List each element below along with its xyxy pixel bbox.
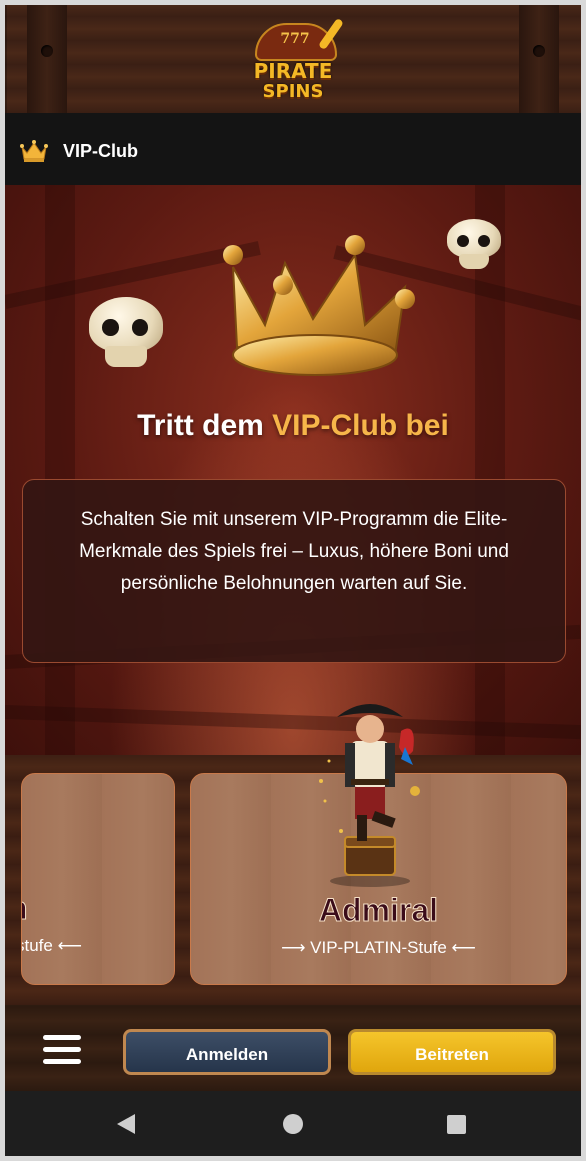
- bolt: [41, 45, 53, 57]
- vip-hero: Tritt dem VIP-Club bei Schalten Sie mit …: [5, 185, 581, 755]
- logo-text-line1: PIRATE: [253, 59, 333, 83]
- vip-level-subtitle: ⟶ VIP-PLATIN-Stufe ⟵: [281, 938, 476, 957]
- pirate-spins-logo[interactable]: 777 PIRATE SPINS: [233, 17, 353, 107]
- vip-description: Schalten Sie mit unserem VIP-Programm di…: [79, 509, 509, 594]
- bottom-action-bar: Anmelden Beitreten: [5, 1005, 581, 1091]
- crown-icon: [20, 140, 48, 162]
- logo-text-line2: SPINS: [262, 81, 324, 102]
- vip-level-card[interactable]: n stufe ⟵: [21, 773, 175, 985]
- hero-title-prefix: Tritt dem: [137, 409, 273, 442]
- page-navbar: VIP-Club: [5, 113, 581, 185]
- vip-level-name: n: [22, 890, 28, 927]
- background-beam: [45, 185, 75, 755]
- home-icon[interactable]: [283, 1114, 303, 1134]
- vip-levels-carousel[interactable]: n stufe ⟵ Admiral ⟶ VIP-PLATIN-Stufe ⟵: [5, 755, 581, 1005]
- vip-level-subtitle: stufe ⟵: [21, 936, 82, 955]
- background-beam: [475, 185, 505, 755]
- wood-post: [519, 5, 559, 113]
- system-navigation-bar: [5, 1091, 581, 1156]
- bolt: [533, 45, 545, 57]
- app-frame: 777 PIRATE SPINS VIP-Club Tritt dem VIP-…: [5, 5, 581, 1156]
- hero-title: Tritt dem VIP-Club bei: [5, 409, 581, 443]
- login-button[interactable]: Anmelden: [123, 1029, 331, 1075]
- join-button[interactable]: Beitreten: [348, 1029, 556, 1075]
- skull-icon: [447, 219, 501, 269]
- page-title: VIP-Club: [63, 141, 138, 161]
- vip-level-name: Admiral: [318, 892, 439, 929]
- gold-crown-icon: [223, 235, 415, 376]
- logo-sevens: 777: [280, 31, 310, 47]
- skull-icon: [89, 297, 163, 367]
- wood-post: [27, 5, 67, 113]
- vip-description-box: Schalten Sie mit unserem VIP-Programm di…: [22, 479, 566, 663]
- header: 777 PIRATE SPINS: [5, 5, 581, 113]
- back-icon[interactable]: [117, 1114, 135, 1134]
- hero-title-accent: VIP-Club bei: [272, 409, 449, 442]
- recents-icon[interactable]: [447, 1115, 466, 1134]
- hamburger-menu-icon[interactable]: [43, 1035, 81, 1065]
- pirate-character-icon: [319, 704, 420, 887]
